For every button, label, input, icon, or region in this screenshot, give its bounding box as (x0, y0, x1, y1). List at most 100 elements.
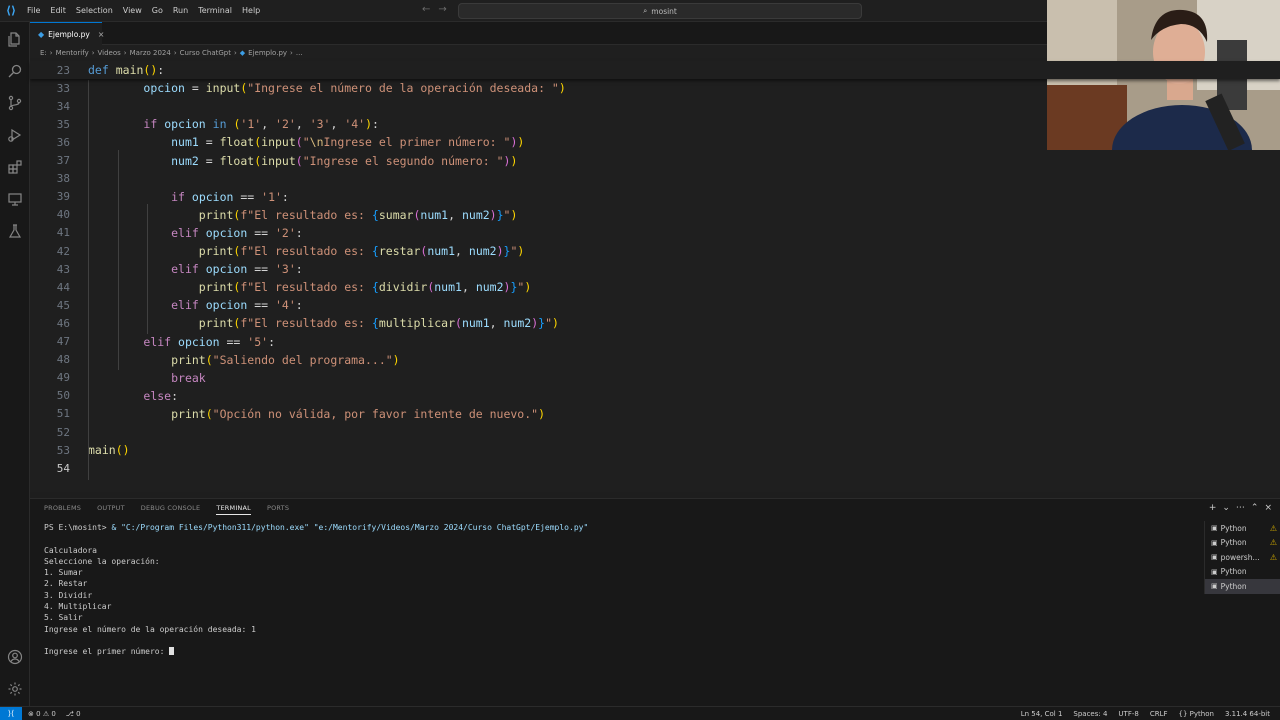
code-line[interactable]: 37 num2 = float(input("Ingrese el segund… (30, 152, 1280, 170)
panel-actions: + ⌄ ⋯ ⌃ × (1209, 503, 1272, 513)
encoding[interactable]: UTF-8 (1118, 710, 1138, 718)
breadcrumb-item[interactable]: E: (40, 49, 47, 57)
back-arrow-icon[interactable]: ← (422, 4, 438, 15)
line-number: 45 (56, 298, 70, 312)
code-line[interactable]: 49 break (30, 369, 1280, 387)
terminal-line: Ingrese el número de la operación desead… (44, 624, 256, 634)
terminal-list-label: Python (1220, 523, 1247, 533)
language-mode[interactable]: {} Python (1179, 710, 1214, 718)
terminal-cursor (169, 647, 175, 656)
breadcrumb-item[interactable]: Marzo 2024 (130, 49, 171, 57)
code-line[interactable]: 44 print(f"El resultado es: {dividir(num… (30, 278, 1280, 296)
breadcrumb-item[interactable]: Ejemplo.py (248, 49, 287, 57)
terminal-line: 5. Salir (44, 613, 83, 623)
line-number: 43 (56, 262, 70, 276)
code-line[interactable]: 45 elif opcion == '4': (30, 296, 1280, 314)
terminal-list-item[interactable]: ▣ Python ⚠ (1205, 521, 1280, 536)
ports-indicator[interactable]: ⎇ 0 (66, 710, 81, 718)
settings-gear-icon[interactable] (6, 680, 24, 698)
account-icon[interactable] (6, 648, 24, 666)
code-line[interactable]: 46 print(f"El resultado es: {multiplicar… (30, 314, 1280, 332)
close-icon[interactable]: × (1264, 503, 1272, 513)
line-number: 37 (56, 154, 70, 167)
remote-explorer-icon[interactable] (6, 190, 24, 208)
terminal-line: 4. Multiplicar (44, 602, 112, 612)
terminal-line: Ingrese el primer número: (44, 647, 1194, 658)
tab-ports[interactable]: PORTS (267, 504, 289, 515)
search-icon[interactable] (6, 62, 24, 80)
explorer-icon[interactable] (6, 30, 24, 48)
error-count: 0 (36, 709, 41, 718)
code-text: elif opcion == '4': (171, 298, 303, 313)
problems-indicator[interactable]: ⊗ 0 ⚠ 0 (28, 710, 56, 718)
menu-terminal[interactable]: Terminal (193, 6, 237, 15)
terminal-list-item[interactable]: ▣ Python ⚠ (1205, 536, 1280, 551)
code-line[interactable]: 38 (30, 170, 1280, 188)
source-control-icon[interactable] (6, 94, 24, 112)
maximize-panel-icon[interactable]: ⌃ (1251, 503, 1259, 513)
tab-debug-console[interactable]: DEBUG CONSOLE (141, 504, 201, 515)
more-actions-icon[interactable]: ⋯ (1236, 503, 1245, 513)
code-line[interactable]: 51 print("Opción no válida, por favor in… (30, 405, 1280, 423)
terminal-output[interactable]: PS E:\mosint> & "C:/Program Files/Python… (44, 523, 1194, 659)
code-line[interactable]: 53 main() (30, 441, 1280, 459)
code-text: elif opcion == '3': (171, 262, 303, 277)
terminal-list-item[interactable]: ▣ Python (1205, 565, 1280, 580)
terminal-icon: ▣ (1211, 553, 1218, 562)
terminal-list-item[interactable]: ▣ powersh... ⚠ (1205, 550, 1280, 565)
close-icon[interactable]: × (98, 30, 105, 39)
breadcrumb-item[interactable]: ... (296, 49, 303, 57)
code-line[interactable]: 43 elif opcion == '3': (30, 260, 1280, 278)
code-line[interactable]: 52 (30, 423, 1280, 441)
line-number: 42 (56, 244, 70, 258)
line-number: 41 (56, 226, 70, 240)
indentation[interactable]: Spaces: 4 (1073, 710, 1107, 718)
line-number: 35 (56, 117, 70, 131)
menu-help[interactable]: Help (237, 6, 265, 15)
line-number: 38 (56, 172, 70, 186)
tab-ejemplo-py[interactable]: ◆ Ejemplo.py × (30, 22, 105, 45)
tab-problems[interactable]: PROBLEMS (44, 504, 81, 515)
chevron-down-icon[interactable]: ⌄ (1222, 503, 1230, 513)
terminal-command: & "C:/Program Files/Python311/python.exe… (111, 523, 589, 532)
terminal-list-label: Python (1220, 581, 1247, 591)
menu-run[interactable]: Run (168, 6, 193, 15)
python-file-icon: ◆ (38, 29, 45, 39)
code-line[interactable]: 42 print(f"El resultado es: {restar(num1… (30, 242, 1280, 260)
tab-terminal[interactable]: TERMINAL (216, 504, 251, 515)
breadcrumb-item[interactable]: Videos (98, 49, 121, 57)
breadcrumb-item[interactable]: Mentorify (56, 49, 89, 57)
code-line[interactable]: 41 elif opcion == '2': (30, 224, 1280, 242)
tab-output[interactable]: OUTPUT (97, 504, 125, 515)
python-interpreter[interactable]: 3.11.4 64-bit (1225, 710, 1270, 718)
code-line[interactable]: 39 if opcion == '1': (30, 188, 1280, 206)
menu-edit[interactable]: Edit (45, 6, 71, 15)
chevron-right-icon: › (49, 48, 53, 57)
line-number: 23 (56, 63, 70, 77)
activity-bar (0, 22, 30, 706)
breadcrumb-item[interactable]: Curso ChatGpt (180, 49, 231, 57)
command-center-search[interactable]: ⌕ mosint (458, 3, 862, 19)
code-line[interactable]: 23 def main(): (30, 61, 1280, 79)
menu-go[interactable]: Go (147, 6, 168, 15)
menu-selection[interactable]: Selection (71, 6, 118, 15)
menu-view[interactable]: View (118, 6, 147, 15)
terminal-list-item[interactable]: ▣ Python (1205, 579, 1280, 594)
menu-file[interactable]: File (22, 6, 45, 15)
testing-icon[interactable] (6, 222, 24, 240)
run-debug-icon[interactable] (6, 126, 24, 144)
extensions-icon[interactable] (6, 158, 24, 176)
cursor-position[interactable]: Ln 54, Col 1 (1021, 710, 1063, 718)
code-line[interactable]: 54 (30, 459, 1280, 477)
forward-arrow-icon[interactable]: → (438, 4, 454, 15)
remote-indicator-icon[interactable]: ⟩⟨ (0, 706, 22, 720)
code-line[interactable]: 50 else: (30, 387, 1280, 405)
code-line[interactable]: 47 elif opcion == '5': (30, 333, 1280, 351)
new-terminal-icon[interactable]: + (1209, 503, 1217, 513)
code-line[interactable]: 40 print(f"El resultado es: {sumar(num1,… (30, 206, 1280, 224)
end-of-line[interactable]: CRLF (1150, 710, 1168, 718)
line-number: 51 (56, 407, 70, 421)
code-line[interactable]: 48 print("Saliendo del programa...") (30, 351, 1280, 369)
